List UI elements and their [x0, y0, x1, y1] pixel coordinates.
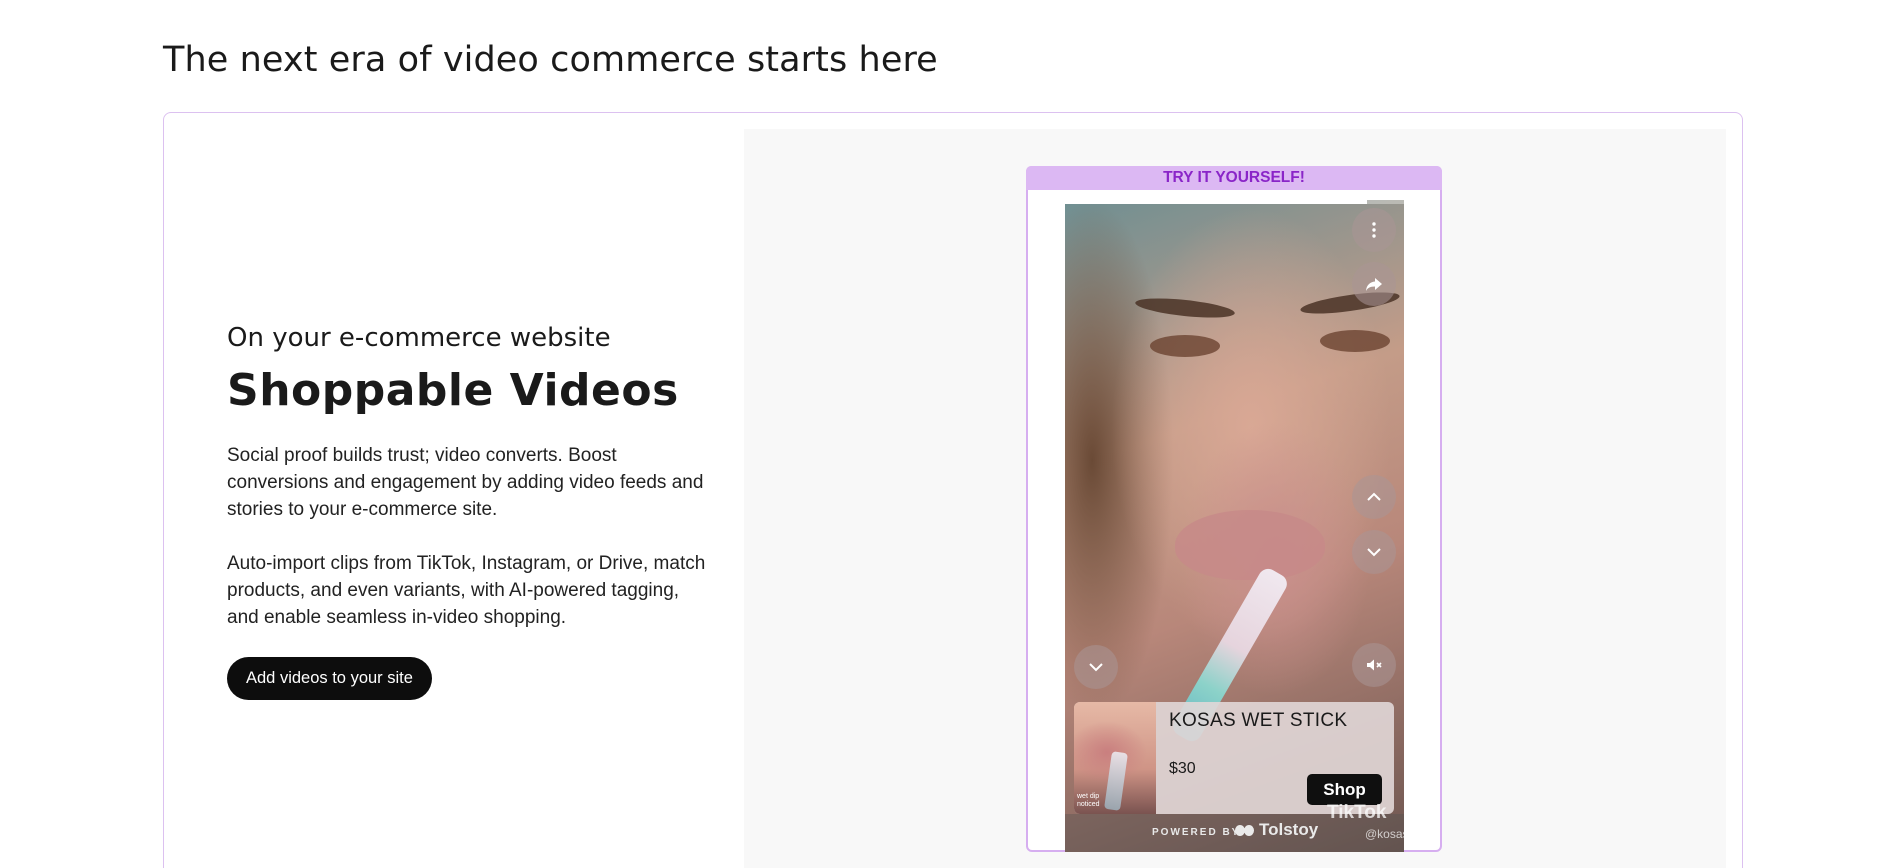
tolstoy-brand-name: Tolstoy	[1259, 820, 1319, 839]
product-card[interactable]: wet dip noticed KOSAS WET STICK $30 Shop	[1074, 702, 1394, 814]
thumbnail-caption-line-2: noticed	[1077, 801, 1100, 808]
feature-title: Shoppable Videos	[227, 365, 679, 416]
chevron-down-icon	[1367, 548, 1381, 557]
more-vertical-icon	[1372, 222, 1376, 238]
tolstoy-logo[interactable]: Tolstoy	[1235, 820, 1318, 840]
video-progress-fill	[1065, 200, 1367, 204]
tolstoy-logo-icon	[1235, 823, 1255, 837]
feature-eyebrow: On your e-commerce website	[227, 323, 611, 353]
feature-paragraph-2: Auto-import clips from TikTok, Instagram…	[227, 553, 706, 628]
share-icon	[1366, 278, 1382, 291]
product-thumbnail: wet dip noticed	[1074, 702, 1156, 814]
tiktok-watermark: TikTok	[1327, 802, 1387, 823]
previous-video-button[interactable]	[1352, 475, 1396, 519]
video-progress-bar[interactable]	[1065, 200, 1404, 204]
feature-paragraph-1: Social proof builds trust; video convert…	[227, 445, 704, 520]
try-it-banner: TRY IT YOURSELF!	[1026, 166, 1442, 190]
demo-area: TRY IT YOURSELF! wet dip noticed KOSAS W…	[744, 129, 1726, 868]
chevron-up-icon	[1367, 492, 1381, 501]
shop-button[interactable]: Shop	[1307, 774, 1382, 805]
creator-handle: @kosas	[1365, 827, 1404, 841]
video-content-detail	[1320, 330, 1390, 352]
product-price: $30	[1169, 760, 1196, 777]
feature-card: On your e-commerce website Shoppable Vid…	[163, 112, 1743, 868]
more-options-button[interactable]	[1352, 208, 1396, 252]
next-video-button[interactable]	[1352, 530, 1396, 574]
volume-muted-icon	[1367, 659, 1382, 671]
video-content-detail	[1175, 510, 1325, 580]
powered-by-label: POWERED BY	[1152, 827, 1241, 838]
share-button[interactable]	[1352, 262, 1396, 306]
collapse-product-button[interactable]	[1074, 645, 1118, 689]
product-image-detail	[1104, 751, 1128, 811]
add-videos-button[interactable]: Add videos to your site	[227, 657, 432, 700]
feature-text: On your e-commerce website Shoppable Vid…	[227, 323, 707, 700]
product-thumbnail-caption: wet dip noticed	[1077, 793, 1100, 809]
mute-button[interactable]	[1352, 643, 1396, 687]
video-player-frame: TRY IT YOURSELF! wet dip noticed KOSAS W…	[1026, 166, 1442, 852]
video-content-detail	[1134, 294, 1236, 322]
shoppable-video[interactable]: wet dip noticed KOSAS WET STICK $30 Shop…	[1065, 200, 1404, 852]
video-footer: TikTok POWERED BY Tolstoy @kosas	[1065, 802, 1404, 852]
product-name: KOSAS WET STICK	[1169, 710, 1348, 731]
thumbnail-caption-line-1: wet dip	[1077, 793, 1100, 800]
page-heading: The next era of video commerce starts he…	[163, 40, 938, 80]
chevron-down-icon	[1089, 663, 1103, 672]
video-content-detail	[1150, 335, 1220, 357]
